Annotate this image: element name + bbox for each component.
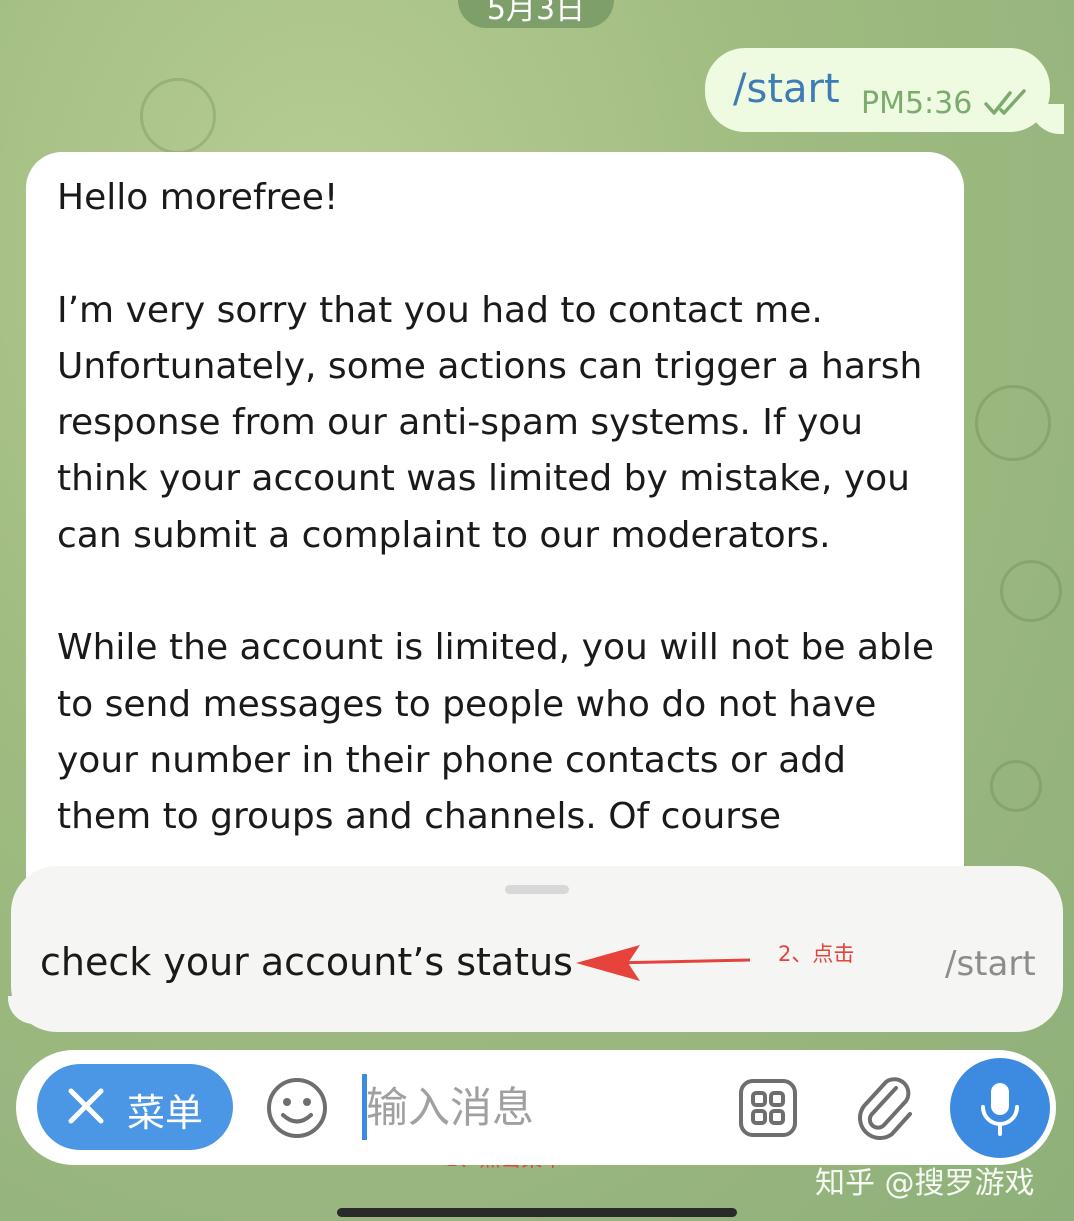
emoji-icon[interactable] (265, 1076, 329, 1140)
annotation-step-2: 2、点击 (778, 942, 855, 966)
home-indicator (337, 1208, 737, 1217)
watermark: 知乎 @搜罗游戏 (815, 1166, 1035, 1201)
annotation-arrows (238, 945, 751, 1145)
grid-icon[interactable] (738, 1078, 798, 1138)
close-icon (68, 1088, 104, 1124)
microphone-icon (981, 1083, 1019, 1136)
paperclip-icon[interactable] (856, 1074, 916, 1140)
message-input[interactable] (366, 1074, 706, 1140)
menu-button-label: 菜单 (127, 1091, 204, 1135)
